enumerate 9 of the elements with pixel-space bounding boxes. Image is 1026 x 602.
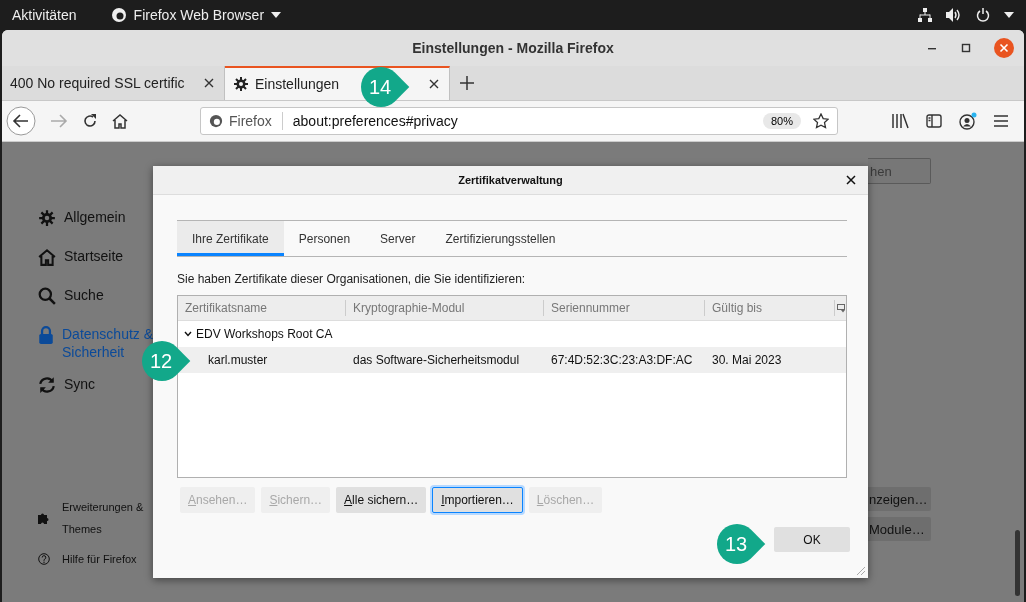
description-text: Sie haben Zertifikate dieser Organisationen, die Sie identifizieren: [177,272,527,286]
identity-label: Firefox [229,113,272,129]
window-title: Einstellungen - Mozilla Firefox [412,40,614,56]
table-cell-text: karl.muster [207,353,269,367]
url-text: about:preferences#privacy [292,113,458,129]
table-cell-text: das Software-Sicherheitsmodul [352,353,521,367]
table-cell-text: 67:4D:52:3C:23:A3:DF:AC [550,353,694,367]
dialog-title: Zertifikatverwaltung [458,174,563,186]
table-cell-text: 30. Mai 2023 [711,353,783,367]
